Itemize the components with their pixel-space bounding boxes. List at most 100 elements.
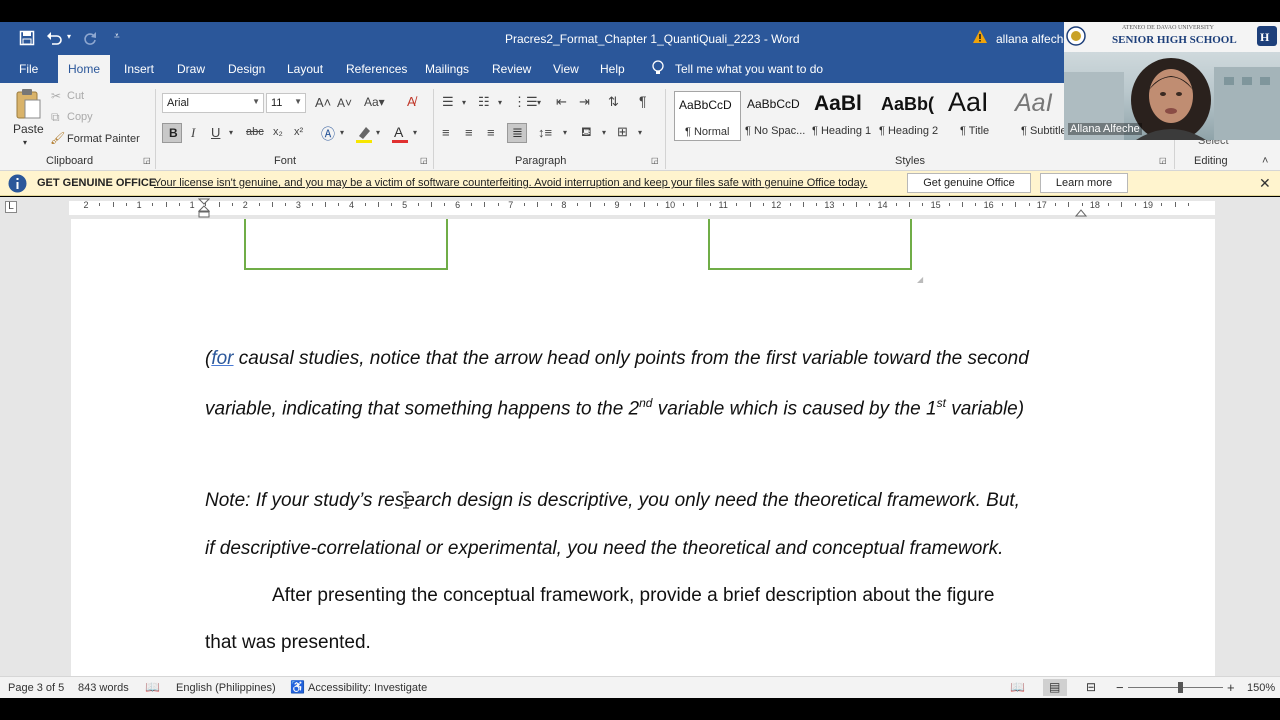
word-count[interactable]: 843 words <box>78 682 129 694</box>
tab-view[interactable]: View <box>553 62 579 76</box>
proofing-icon[interactable]: 📖 <box>145 680 160 694</box>
framework-box-right[interactable] <box>708 219 912 270</box>
zoom-in-icon[interactable]: + <box>1227 680 1235 695</box>
line-spacing-dropdown-icon[interactable]: ▾ <box>563 128 567 137</box>
paste-button[interactable]: Paste <box>13 122 44 136</box>
align-center-icon[interactable]: ≡ <box>465 125 473 140</box>
tab-home[interactable]: Home <box>58 55 111 83</box>
zoom-slider[interactable] <box>1128 687 1223 688</box>
paste-icon[interactable] <box>14 88 42 120</box>
font-size-select[interactable]: 11 ▼ <box>266 93 306 113</box>
subscript-icon[interactable]: x₂ <box>273 126 283 138</box>
multilevel-dropdown-icon[interactable]: ▾ <box>537 98 541 107</box>
customize-quick-access-icon[interactable]: ⩡ <box>114 31 120 42</box>
undo-dropdown-icon[interactable]: ▾ <box>67 32 71 41</box>
styles-launcher-icon[interactable]: ◲ <box>1159 156 1167 165</box>
tab-draw[interactable]: Draw <box>177 62 205 76</box>
style-normal[interactable]: AaBbCcD ¶ Normal <box>674 91 741 141</box>
tab-selector-icon[interactable]: L <box>5 201 17 213</box>
shading-dropdown-icon[interactable]: ▾ <box>602 128 606 137</box>
underline-dropdown-icon[interactable]: ▾ <box>229 128 233 137</box>
underline-icon[interactable]: U <box>211 125 220 140</box>
tab-references[interactable]: References <box>346 62 407 76</box>
strikethrough-icon[interactable]: abc <box>246 126 264 138</box>
change-case-icon[interactable]: Aa▾ <box>364 95 385 109</box>
font-name-select[interactable]: Arial ▼ <box>162 93 264 113</box>
accessibility-status[interactable]: Accessibility: Investigate <box>308 682 427 694</box>
numbering-dropdown-icon[interactable]: ▾ <box>498 98 502 107</box>
redo-icon[interactable] <box>82 30 98 46</box>
font-color-icon[interactable]: A <box>391 124 409 144</box>
right-indent-marker-icon[interactable] <box>1075 205 1087 217</box>
align-right-icon[interactable]: ≡ <box>487 125 495 140</box>
tell-me-search[interactable]: Tell me what you want to do <box>675 62 823 76</box>
copy-button[interactable]: Copy <box>67 111 93 123</box>
print-layout-button[interactable]: ▤ <box>1043 679 1067 696</box>
learn-more-button[interactable]: Learn more <box>1040 173 1128 193</box>
text-effects-dropdown-icon[interactable]: ▾ <box>340 128 344 137</box>
tab-file[interactable]: File <box>19 62 38 76</box>
close-icon[interactable]: ✕ <box>1259 175 1271 192</box>
paste-dropdown-icon[interactable]: ▾ <box>23 138 27 147</box>
borders-dropdown-icon[interactable]: ▾ <box>638 128 642 137</box>
tab-mailings[interactable]: Mailings <box>425 62 469 76</box>
text-effects-icon[interactable]: Ⓐ <box>321 124 335 144</box>
italic-icon[interactable]: I <box>191 125 195 141</box>
style-heading-1[interactable]: AaBl ¶ Heading 1 <box>810 91 877 141</box>
style-heading-2[interactable]: AaBb( ¶ Heading 2 <box>877 91 944 141</box>
language[interactable]: English (Philippines) <box>176 682 276 694</box>
font-launcher-icon[interactable]: ◲ <box>420 156 428 165</box>
style-no-spacing[interactable]: AaBbCcD ¶ No Spac... <box>743 91 810 141</box>
highlight-dropdown-icon[interactable]: ▾ <box>376 128 380 137</box>
account-name[interactable]: allana alfeche <box>996 32 1070 46</box>
bold-button[interactable]: B <box>162 123 182 143</box>
cut-button[interactable]: Cut <box>67 90 84 102</box>
sort-icon[interactable]: ⇅ <box>608 94 619 110</box>
banner-message-link[interactable]: Your license isn't genuine, and you may … <box>154 177 867 189</box>
multilevel-list-icon[interactable]: ⋮☰ <box>513 94 538 110</box>
tab-insert[interactable]: Insert <box>124 62 154 76</box>
read-mode-icon[interactable]: 📖 <box>1010 680 1025 694</box>
shrink-font-icon[interactable]: A˅ <box>337 96 352 110</box>
clear-formatting-icon[interactable]: A̸ <box>407 94 416 109</box>
indent-marker-icon[interactable] <box>198 198 210 218</box>
ruler-number: 9 <box>614 200 620 210</box>
grow-font-icon[interactable]: A˄ <box>315 95 331 110</box>
justify-button[interactable]: ≣ <box>507 123 527 143</box>
line-spacing-icon[interactable]: ↕≡ <box>538 125 552 140</box>
style-title[interactable]: AaI ¶ Title <box>944 91 1011 141</box>
document-page[interactable]: ◢ (for causal studies, notice that the a… <box>71 219 1215 676</box>
align-left-icon[interactable]: ≡ <box>442 125 450 140</box>
tab-help[interactable]: Help <box>600 62 625 76</box>
page-count[interactable]: Page 3 of 5 <box>8 682 64 694</box>
collapse-ribbon-icon[interactable]: ˄ <box>1262 155 1268 167</box>
zoom-out-icon[interactable]: − <box>1116 680 1124 695</box>
decrease-indent-icon[interactable]: ⇤ <box>556 94 567 110</box>
zoom-slider-thumb[interactable] <box>1178 682 1183 693</box>
tab-review[interactable]: Review <box>492 62 531 76</box>
bullets-icon[interactable]: ☰ <box>442 94 454 110</box>
framework-box-left[interactable] <box>244 219 448 270</box>
shading-icon[interactable]: ⛾ <box>581 124 592 142</box>
paragraph-launcher-icon[interactable]: ◲ <box>651 156 659 165</box>
clipboard-launcher-icon[interactable]: ◲ <box>143 156 151 165</box>
borders-icon[interactable]: ⊞ <box>617 124 628 140</box>
tab-layout[interactable]: Layout <box>287 62 323 76</box>
web-layout-icon[interactable]: ⊟ <box>1086 680 1096 694</box>
font-name-value: Arial <box>167 97 190 109</box>
bullets-dropdown-icon[interactable]: ▾ <box>462 98 466 107</box>
increase-indent-icon[interactable]: ⇥ <box>579 94 590 110</box>
numbering-icon[interactable]: ☷ <box>478 94 490 110</box>
warning-icon[interactable] <box>972 29 988 45</box>
get-genuine-office-button[interactable]: Get genuine Office <box>907 173 1031 193</box>
superscript-icon[interactable]: x² <box>294 126 303 138</box>
format-painter-button[interactable]: Format Painter <box>67 133 140 145</box>
save-icon[interactable] <box>19 30 35 46</box>
highlight-icon[interactable] <box>354 124 374 144</box>
show-formatting-marks-icon[interactable]: ¶ <box>639 93 647 109</box>
zoom-level[interactable]: 150% <box>1247 682 1275 694</box>
tab-design[interactable]: Design <box>228 62 265 76</box>
font-color-dropdown-icon[interactable]: ▾ <box>413 128 417 137</box>
undo-icon[interactable] <box>46 30 64 46</box>
horizontal-ruler[interactable]: L 2 1 1 2 3 4 5 6 7 8 9 10 11 12 13 14 15 16 17 18 19 <box>0 197 1280 219</box>
